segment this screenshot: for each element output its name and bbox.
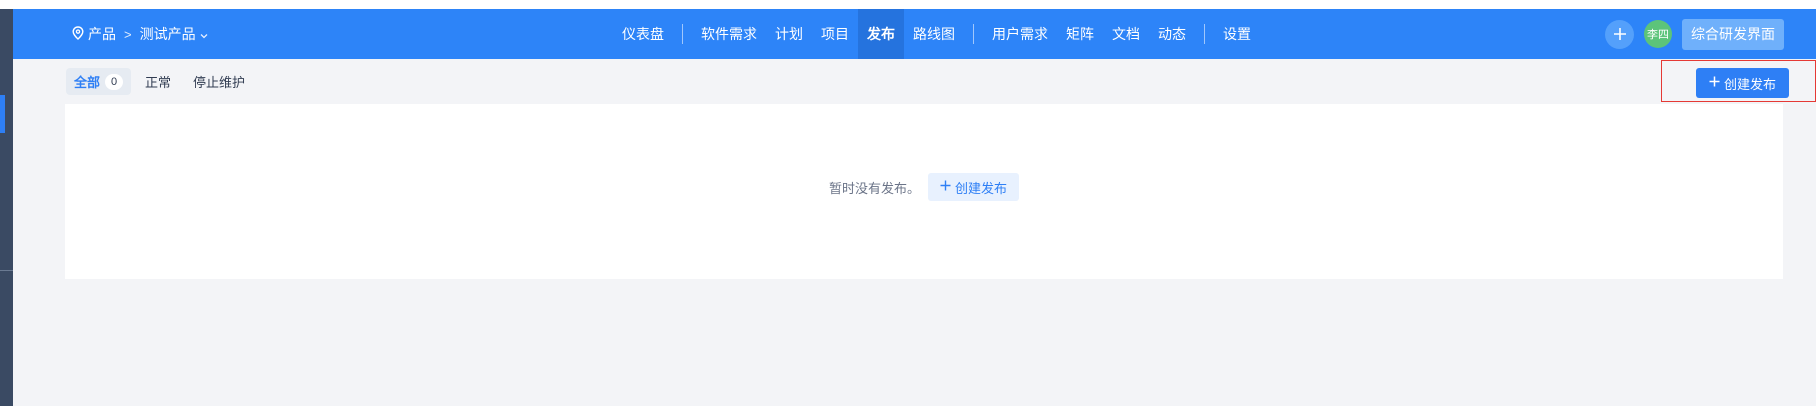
- status-tabs: 全部 0 正常 停止维护: [66, 68, 253, 95]
- nav-activity[interactable]: 动态: [1149, 9, 1195, 59]
- chevron-down-icon: [200, 26, 208, 42]
- empty-state-message: 暂时没有发布。: [828, 180, 920, 196]
- nav-release[interactable]: 发布: [858, 9, 904, 59]
- create-release-button[interactable]: 创建发布: [1695, 68, 1789, 98]
- release-list-panel: 暂时没有发布。 创建发布: [65, 104, 1783, 279]
- release-filter-bar: 全部 0 正常 停止维护 创建发布: [13, 59, 1816, 104]
- tab-normal[interactable]: 正常: [137, 68, 179, 95]
- top-navigation-bar: 产品 > 测试产品 仪表盘 软件需求 计划 项目 发布 路线图 用户需求 矩阵 …: [13, 9, 1816, 59]
- breadcrumb-root[interactable]: 产品: [72, 24, 116, 44]
- plus-icon: [1613, 21, 1627, 47]
- nav-project[interactable]: 项目: [812, 9, 858, 59]
- product-selector[interactable]: 测试产品: [140, 24, 208, 44]
- breadcrumb-root-label: 产品: [88, 26, 116, 42]
- plus-icon: [1709, 75, 1720, 91]
- nav-divider: [1204, 24, 1205, 44]
- sidebar-divider: [0, 270, 13, 271]
- user-avatar[interactable]: 李四: [1644, 20, 1672, 48]
- plus-icon: [940, 179, 951, 195]
- nav-plan[interactable]: 计划: [766, 9, 812, 59]
- nav-software-requirements[interactable]: 软件需求: [692, 9, 766, 59]
- app-main: 产品 > 测试产品 仪表盘 软件需求 计划 项目 发布 路线图 用户需求 矩阵 …: [13, 9, 1816, 406]
- empty-create-release-button[interactable]: 创建发布: [928, 173, 1020, 201]
- nav-roadmap[interactable]: 路线图: [904, 9, 964, 59]
- quick-create-button[interactable]: [1605, 19, 1634, 49]
- left-sidebar-rail: [0, 9, 13, 406]
- sidebar-active-indicator: [0, 95, 5, 133]
- nav-matrix[interactable]: 矩阵: [1057, 9, 1103, 59]
- empty-state: 暂时没有发布。 创建发布: [65, 173, 1783, 201]
- empty-create-release-label: 创建发布: [955, 180, 1008, 196]
- nav-docs[interactable]: 文档: [1103, 9, 1149, 59]
- breadcrumb: 产品 > 测试产品: [72, 9, 208, 59]
- nav-user-requirements[interactable]: 用户需求: [983, 9, 1057, 59]
- nav-divider: [682, 24, 683, 44]
- toolbar-right: 李四 综合研发界面: [1605, 9, 1784, 59]
- tab-all-count-badge: 0: [105, 73, 124, 90]
- breadcrumb-current-label: 测试产品: [139, 26, 196, 42]
- workspace-switch-button[interactable]: 综合研发界面: [1682, 18, 1784, 50]
- nav-dashboard[interactable]: 仪表盘: [613, 9, 673, 59]
- main-nav: 仪表盘 软件需求 计划 项目 发布 路线图 用户需求 矩阵 文档 动态 设置: [613, 9, 1260, 59]
- nav-settings[interactable]: 设置: [1214, 9, 1260, 59]
- nav-divider: [973, 24, 974, 44]
- create-release-label: 创建发布: [1723, 76, 1776, 92]
- tab-terminated[interactable]: 停止维护: [185, 68, 253, 95]
- tab-all[interactable]: 全部 0: [66, 68, 132, 95]
- location-pin-icon: [72, 25, 84, 43]
- breadcrumb-separator: >: [124, 26, 132, 42]
- tab-all-label: 全部: [74, 75, 101, 90]
